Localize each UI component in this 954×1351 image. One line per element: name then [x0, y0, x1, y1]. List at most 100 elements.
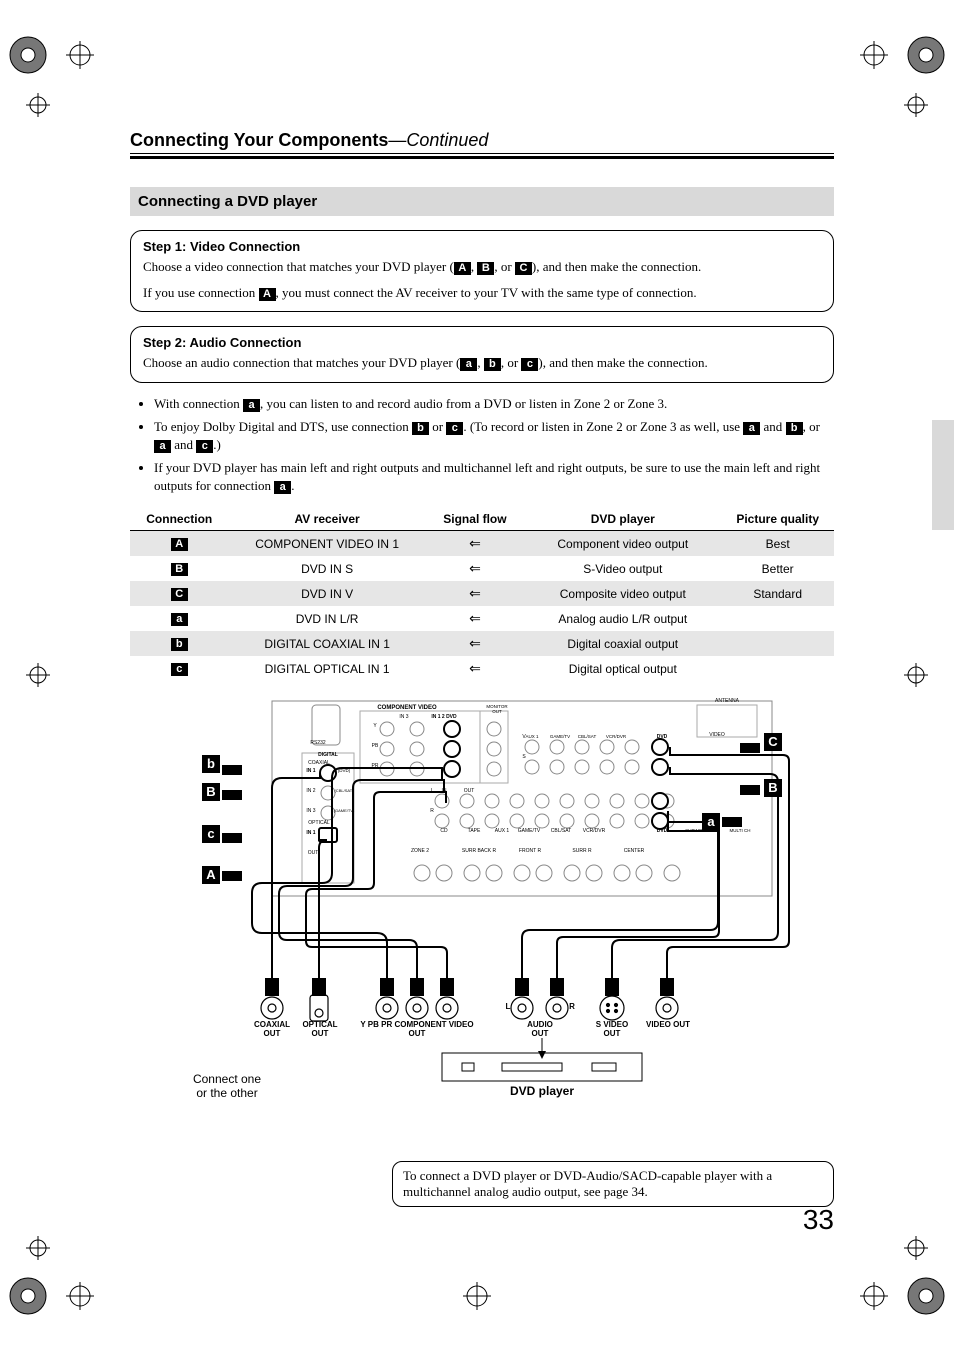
panel-pr: PR [368, 764, 382, 770]
panel-out: OUT [304, 851, 322, 857]
row-tag: A [171, 538, 188, 551]
row-v: V [518, 735, 530, 741]
table-row: c DIGITAL OPTICAL IN 1 ⇐ Digital optical… [130, 656, 834, 681]
panel-monitor: MONITOR OUT [482, 705, 512, 715]
strip-tape: TAPE [462, 829, 486, 835]
row-quality [721, 656, 834, 681]
panel-dvd: (DVD) [335, 769, 353, 774]
text: and [760, 419, 785, 434]
header-suffix: —Continued [388, 130, 488, 150]
spk-center: CENTER [614, 849, 654, 855]
panel-in3: IN 3 [394, 715, 414, 721]
th-flow: Signal flow [426, 508, 525, 531]
panel-coaxial: COAXIAL [304, 761, 334, 767]
diagram-svg [162, 693, 802, 1133]
row-receiver: DVD IN V [229, 581, 426, 606]
panel-in12: IN 1 2 DVD [424, 715, 464, 721]
video-out-label: VIDEO OUT [646, 1021, 690, 1030]
tag-c: c [446, 422, 463, 435]
strip-aux1: AUX 1 [490, 829, 514, 835]
bullet-2: To enjoy Dolby Digital and DTS, use conn… [154, 418, 834, 453]
row-player: Digital coaxial output [524, 631, 721, 656]
dvd-player-label: DVD player [492, 1085, 592, 1098]
audio-r: R [566, 1003, 578, 1012]
row-tag: C [171, 588, 188, 601]
text: Choose a video connection that matches y… [143, 259, 454, 274]
strip-cblsat: CBL/SAT [546, 829, 576, 835]
diagram-tag-C: C [764, 733, 782, 751]
connection-table: Connection AV receiver Signal flow DVD p… [130, 508, 834, 681]
connection-diagram: b B c A C B a COMPONENT VIDEO IN 3 IN 1 … [162, 693, 802, 1133]
text: , or [803, 419, 820, 434]
arrow-left-icon: ⇐ [426, 606, 525, 631]
step1-title: Step 1: Video Connection [143, 239, 821, 254]
tag-a: a [743, 422, 760, 435]
strip-cblsat-v: CBL/SAT [572, 735, 602, 740]
row-tag: b [171, 638, 188, 651]
th-quality: Picture quality [721, 508, 834, 531]
panel-in1b: IN 1 [302, 831, 320, 837]
text: ), and then make the connection. [538, 355, 707, 370]
panel-rs232: RS232 [306, 741, 330, 747]
row-quality [721, 631, 834, 656]
tag-c: c [196, 440, 213, 453]
panel-optical: OPTICAL [304, 821, 334, 827]
text: .) [213, 437, 221, 452]
text: . (To record or listen in Zone 2 or Zone… [463, 419, 743, 434]
step1-text2: If you use connection A, you must connec… [143, 284, 821, 302]
tag-A: A [259, 288, 276, 301]
tag-b: b [412, 422, 429, 435]
strip-subwoofer: SUBWOOFER [680, 829, 720, 834]
diagram-tag-b: b [202, 755, 220, 773]
row-tag: a [171, 613, 188, 626]
row-receiver: DVD IN L/R [229, 606, 426, 631]
step2-title: Step 2: Audio Connection [143, 335, 821, 350]
panel-dvd-col: DVD [652, 735, 672, 741]
tag-a: a [154, 440, 171, 453]
text: ), and then make the connection. [532, 259, 701, 274]
bullet-list: With connection a, you can listen to and… [154, 395, 834, 495]
strip-gametv: GAME/TV [514, 829, 544, 835]
th-player: DVD player [524, 508, 721, 531]
bullet-3: If your DVD player has main left and rig… [154, 459, 834, 494]
row-s: S [518, 755, 530, 761]
arrow-left-icon: ⇐ [426, 656, 525, 681]
arrow-left-icon: ⇐ [426, 581, 525, 606]
row-player: Component video output [524, 531, 721, 557]
optical-out-label: OPTICAL OUT [298, 1021, 342, 1039]
row-receiver: COMPONENT VIDEO IN 1 [229, 531, 426, 557]
table-row: C DVD IN V ⇐ Composite video output Stan… [130, 581, 834, 606]
tag-c: c [521, 358, 538, 371]
tag-a: a [243, 399, 260, 412]
panel-in1: IN 1 [302, 769, 320, 775]
panel-digital: DIGITAL [302, 753, 354, 759]
diagram-tag-A: A [202, 866, 220, 884]
row-l: L [426, 789, 438, 795]
row-in1: IN [438, 789, 450, 795]
diagram-tag-c: c [202, 825, 220, 843]
row-out1: OUT [462, 789, 476, 795]
strip-dvd: DVD [652, 829, 672, 835]
step1-text: Choose a video connection that matches y… [143, 258, 821, 276]
strip-cd: CD [434, 829, 454, 835]
table-row: a DVD IN L/R ⇐ Analog audio L/R output [130, 606, 834, 631]
panel-gametv: (GAME/TV) [332, 809, 356, 813]
table-row: B DVD IN S ⇐ S-Video output Better [130, 556, 834, 581]
section-heading: Connecting a DVD player [130, 187, 834, 216]
row-player: Composite video output [524, 581, 721, 606]
step2-box: Step 2: Audio Connection Choose an audio… [130, 326, 834, 383]
panel-pb: PB [368, 744, 382, 750]
tag-A: A [454, 262, 471, 275]
th-receiver: AV receiver [229, 508, 426, 531]
spk-surrbackr: SURR BACK R [454, 849, 504, 855]
arrow-left-icon: ⇐ [426, 631, 525, 656]
tag-B: B [477, 262, 494, 275]
component-out-label: Y PB PR COMPONENT VIDEO OUT [352, 1021, 482, 1039]
row-player: S-Video output [524, 556, 721, 581]
tag-a: a [460, 358, 477, 371]
text: If your DVD player has main left and rig… [154, 460, 820, 493]
arrow-left-icon: ⇐ [426, 556, 525, 581]
text: With connection [154, 396, 243, 411]
text: , or [501, 355, 522, 370]
row-receiver: DIGITAL OPTICAL IN 1 [229, 656, 426, 681]
